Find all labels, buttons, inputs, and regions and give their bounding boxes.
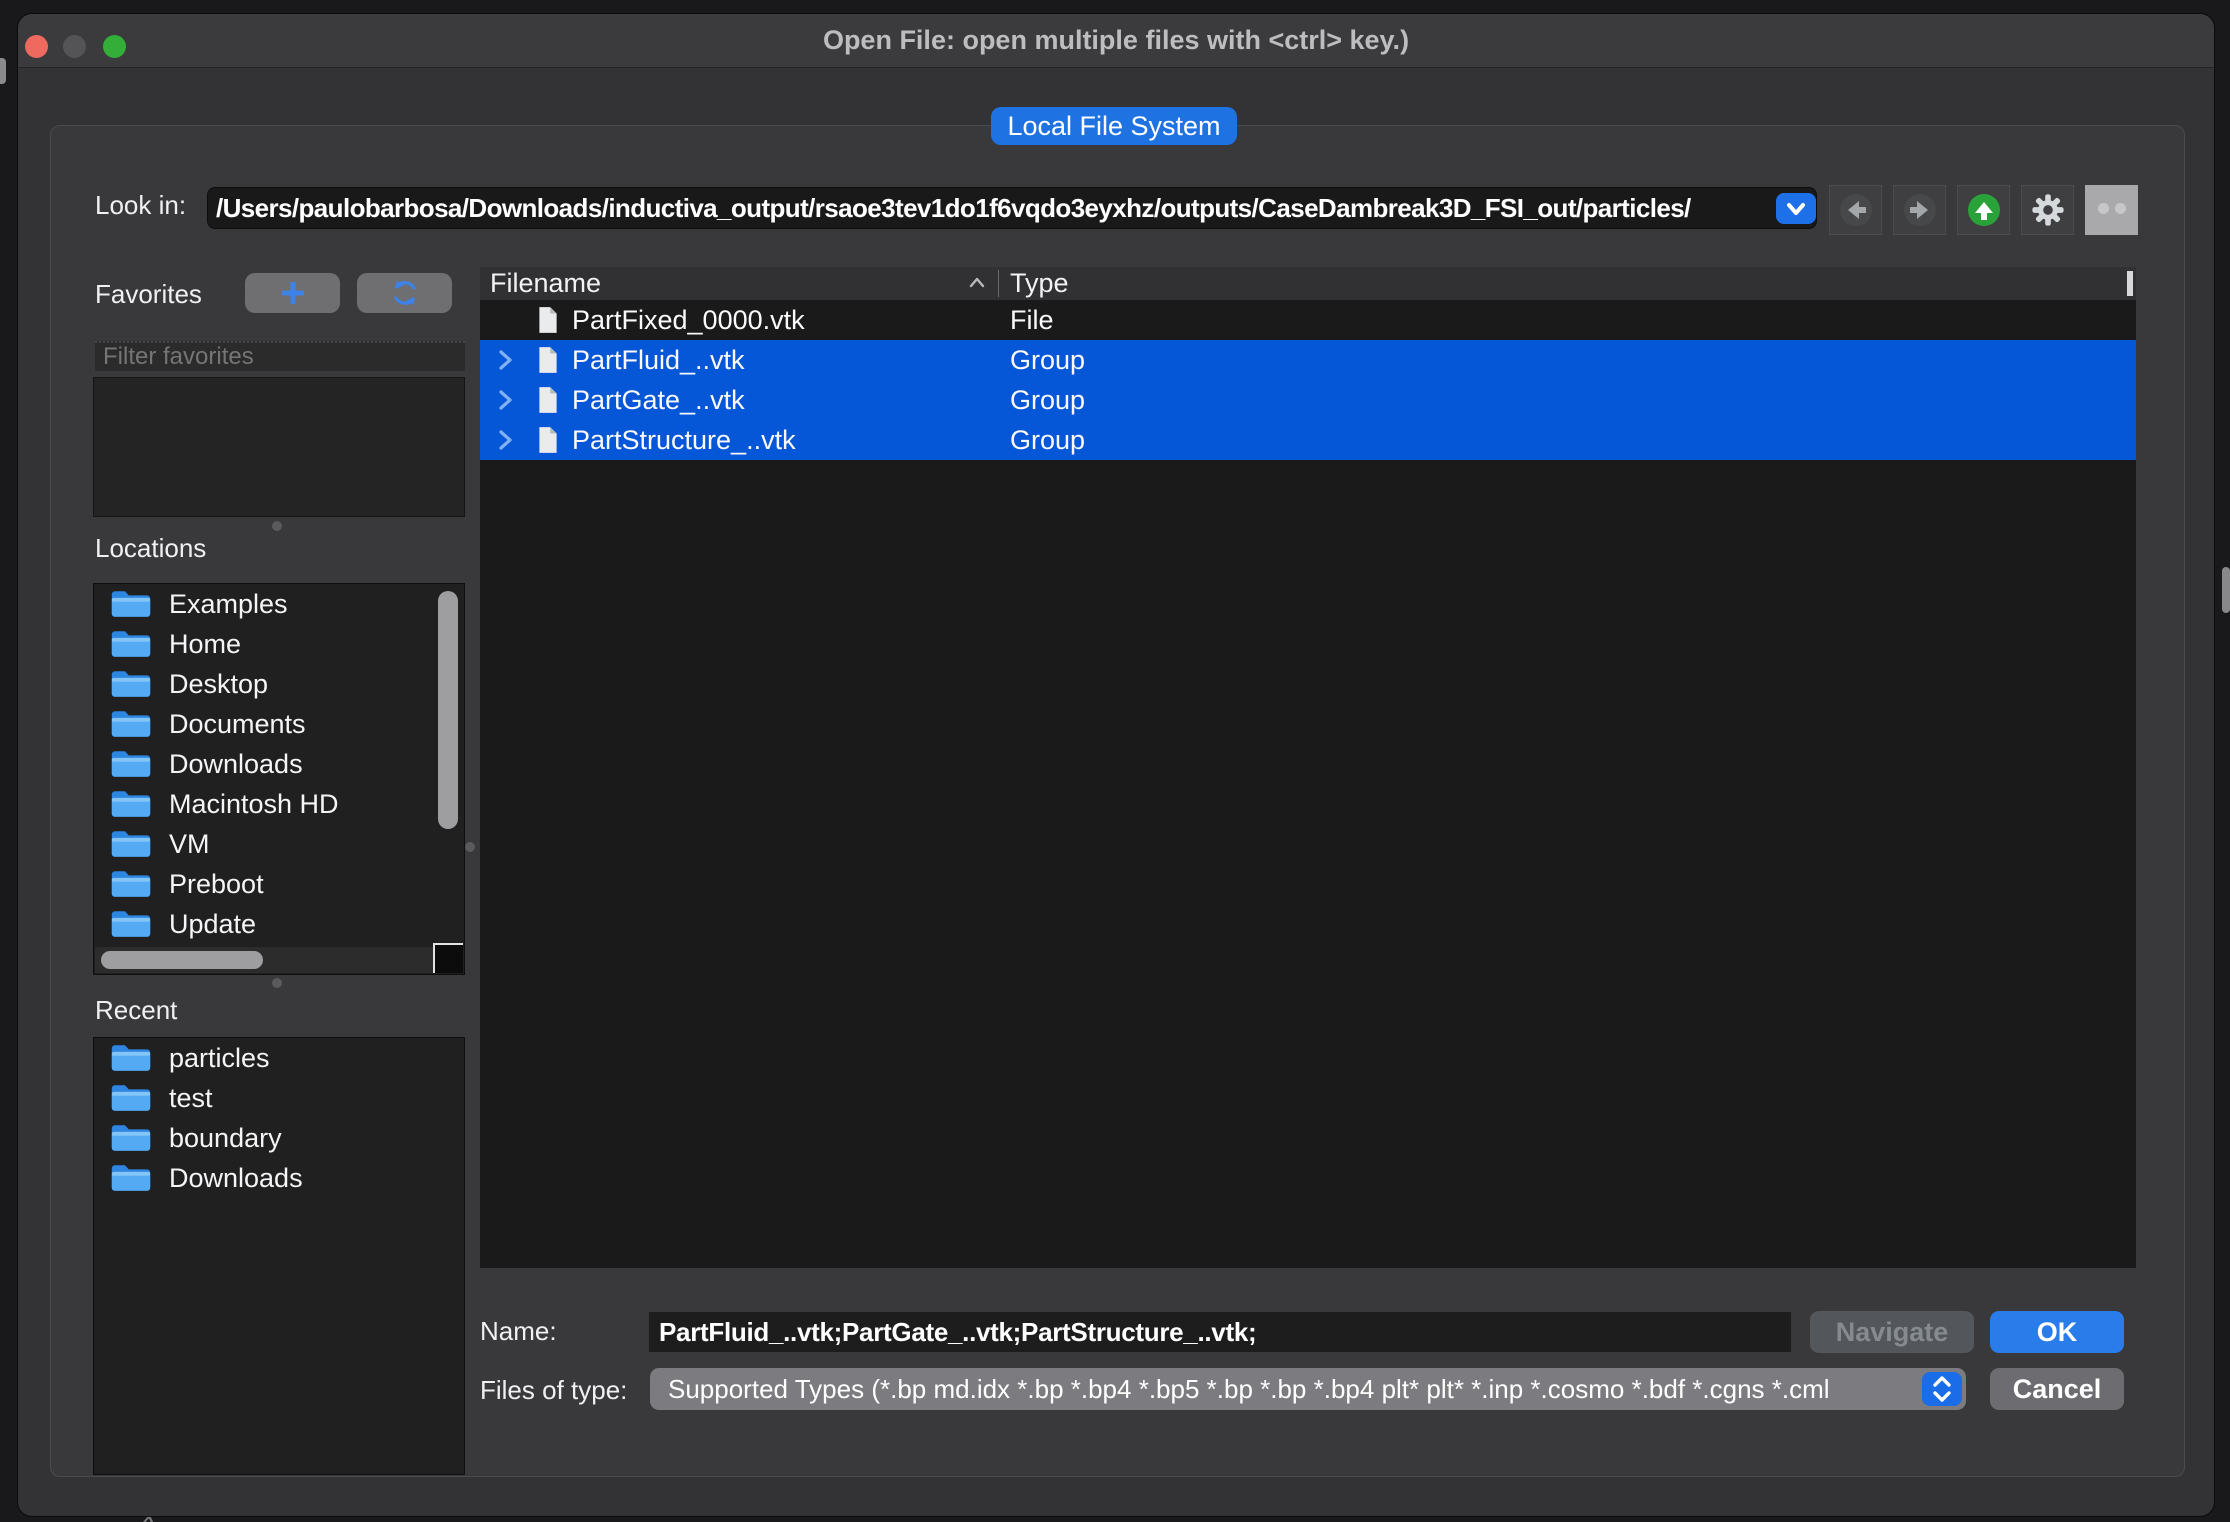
- file-icon: [537, 426, 559, 454]
- column-divider[interactable]: [998, 270, 999, 297]
- location-item[interactable]: Desktop: [94, 664, 464, 704]
- folder-icon: [110, 1162, 152, 1194]
- location-item[interactable]: Documents: [94, 704, 464, 744]
- arrow-right-icon: [1901, 191, 1939, 229]
- name-label: Name:: [480, 1316, 557, 1347]
- ok-button[interactable]: OK: [1990, 1311, 2124, 1353]
- files-of-type-label: Files of type:: [480, 1375, 627, 1406]
- file-row[interactable]: PartFluid_..vtk Group: [480, 340, 2136, 380]
- expand-chevron-icon[interactable]: [494, 348, 516, 372]
- locations-list: Examples Home Desktop: [93, 583, 465, 975]
- arrow-up-icon: [1965, 191, 2003, 229]
- dialog-title: Open File: open multiple files with <ctr…: [18, 14, 2214, 67]
- arrow-left-icon: [1837, 191, 1875, 229]
- folder-icon: [110, 868, 152, 900]
- cancel-button[interactable]: Cancel: [1990, 1368, 2124, 1410]
- folder-icon: [110, 908, 152, 940]
- scrollbar-corner-grip[interactable]: [433, 943, 463, 973]
- locations-label: Locations: [95, 533, 206, 564]
- file-list: PartFixed_0000.vtk File PartFluid_..vtk …: [480, 300, 2136, 1268]
- zoom-icon[interactable]: [103, 35, 126, 58]
- up-directory-button[interactable]: [1957, 185, 2010, 235]
- location-item[interactable]: Examples: [94, 584, 464, 624]
- chevron-down-icon: [1776, 193, 1816, 224]
- recent-item[interactable]: Downloads: [94, 1158, 464, 1198]
- header-grip[interactable]: [2127, 271, 2133, 296]
- open-file-dialog: Open File: open multiple files with <ctr…: [18, 14, 2214, 1516]
- splitter-handle-icon[interactable]: [272, 978, 282, 988]
- settings-button[interactable]: [2021, 185, 2074, 235]
- tab-local-file-system[interactable]: Local File System: [991, 107, 1237, 145]
- files-of-type-select[interactable]: Supported Types (*.bp md.idx *.bp *.bp4 …: [650, 1368, 1966, 1410]
- column-header-filename[interactable]: Filename: [490, 267, 601, 300]
- location-item[interactable]: Downloads: [94, 744, 464, 784]
- folder-icon: [110, 1082, 152, 1114]
- path-field: [207, 187, 1817, 229]
- splitter-handle-icon[interactable]: [272, 521, 282, 531]
- file-row[interactable]: PartStructure_..vtk Group: [480, 420, 2136, 460]
- background-app-fragment: [0, 58, 6, 84]
- look-in-label: Look in:: [95, 190, 186, 221]
- expand-chevron-icon[interactable]: [494, 428, 516, 452]
- navigate-button[interactable]: Navigate: [1810, 1311, 1974, 1353]
- splitter-handle-icon[interactable]: [465, 842, 475, 852]
- up-down-chevrons-icon: [1922, 1372, 1962, 1406]
- file-icon: [537, 346, 559, 374]
- ellipsis-icon: [2095, 201, 2129, 219]
- recent-item[interactable]: boundary: [94, 1118, 464, 1158]
- add-favorite-button[interactable]: [245, 273, 340, 313]
- background-scrollbar-thumb: [2222, 567, 2230, 613]
- file-list-header: Filename Type: [480, 267, 2136, 300]
- recent-item[interactable]: particles: [94, 1038, 464, 1078]
- sort-ascending-icon: [968, 275, 986, 289]
- name-input[interactable]: [659, 1312, 1769, 1352]
- folder-icon: [110, 708, 152, 740]
- refresh-icon: [390, 278, 420, 308]
- file-icon: [537, 306, 559, 334]
- vertical-scrollbar-thumb[interactable]: [438, 591, 458, 829]
- file-icon: [537, 386, 559, 414]
- folder-icon: [110, 588, 152, 620]
- gear-icon: [2031, 193, 2065, 227]
- path-dropdown-button[interactable]: [1776, 193, 1816, 224]
- titlebar[interactable]: Open File: open multiple files with <ctr…: [18, 14, 2214, 68]
- favorites-label: Favorites: [95, 279, 202, 310]
- file-row[interactable]: PartFixed_0000.vtk File: [480, 300, 2136, 340]
- files-of-type-value: Supported Types (*.bp md.idx *.bp *.bp4 …: [668, 1374, 1830, 1404]
- path-input[interactable]: [216, 188, 1766, 228]
- filter-favorites-input[interactable]: [95, 341, 465, 371]
- screen: X Open File: open multiple files with <c…: [0, 0, 2230, 1522]
- expand-chevron-icon[interactable]: [494, 388, 516, 412]
- select-stepper-icon[interactable]: [1922, 1372, 1962, 1406]
- location-item[interactable]: Home: [94, 624, 464, 664]
- plus-icon: [279, 279, 307, 307]
- folder-icon: [110, 1122, 152, 1154]
- location-item[interactable]: Update: [94, 904, 464, 944]
- more-options-button[interactable]: [2085, 185, 2138, 235]
- location-item[interactable]: VM: [94, 824, 464, 864]
- folder-icon: [110, 748, 152, 780]
- column-header-type[interactable]: Type: [1010, 267, 1069, 300]
- horizontal-scrollbar[interactable]: [95, 947, 433, 973]
- recent-item[interactable]: test: [94, 1078, 464, 1118]
- minimize-icon: [63, 35, 86, 58]
- location-item[interactable]: Preboot: [94, 864, 464, 904]
- back-button[interactable]: [1829, 185, 1882, 235]
- close-icon[interactable]: [25, 35, 48, 58]
- folder-icon: [110, 668, 152, 700]
- folder-icon: [110, 828, 152, 860]
- favorites-list[interactable]: [93, 377, 465, 517]
- forward-button[interactable]: [1893, 185, 1946, 235]
- folder-icon: [110, 628, 152, 660]
- recent-list: particles test boundary: [93, 1037, 465, 1475]
- refresh-favorites-button[interactable]: [357, 273, 452, 313]
- file-row[interactable]: PartGate_..vtk Group: [480, 380, 2136, 420]
- location-item[interactable]: Macintosh HD: [94, 784, 464, 824]
- folder-icon: [110, 788, 152, 820]
- folder-icon: [110, 1042, 152, 1074]
- name-field: [648, 1311, 1792, 1353]
- horizontal-scrollbar-thumb[interactable]: [101, 951, 263, 969]
- recent-label: Recent: [95, 995, 177, 1026]
